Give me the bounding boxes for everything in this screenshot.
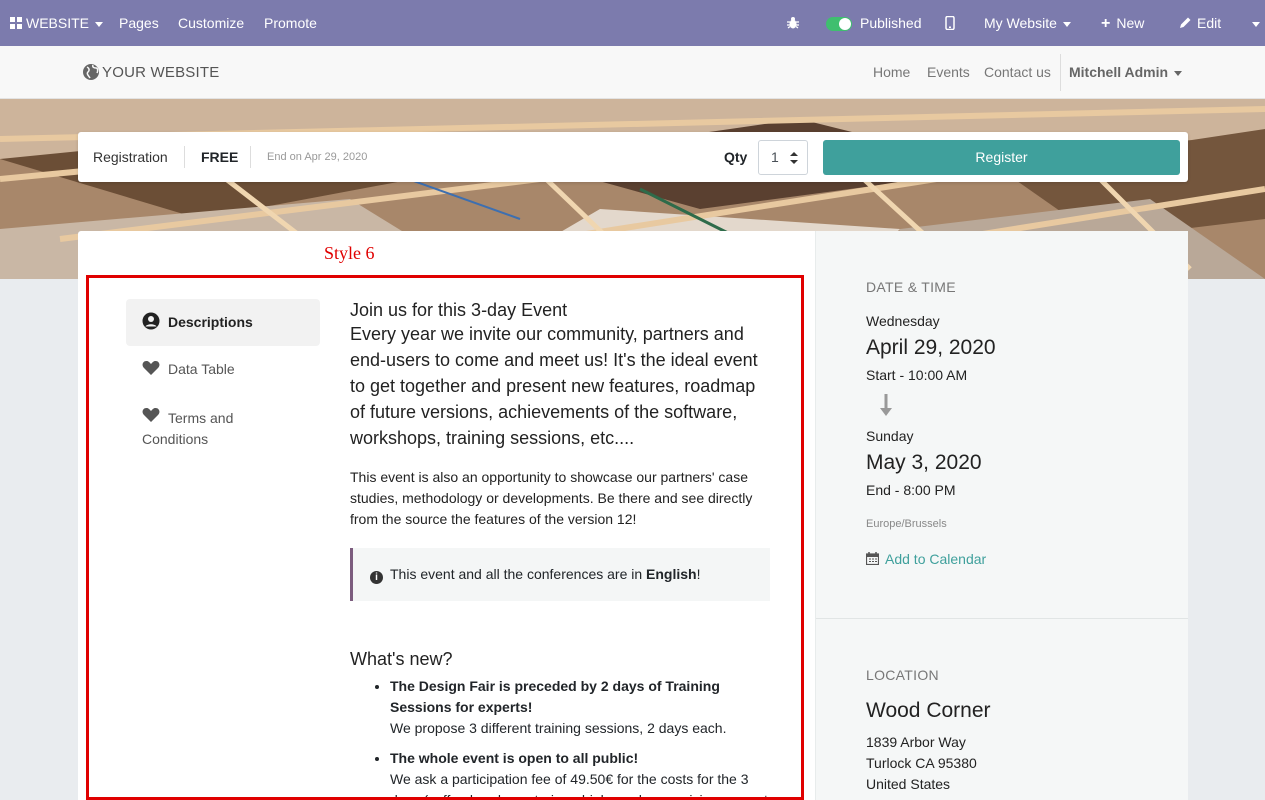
- nav-events[interactable]: Events: [927, 46, 970, 99]
- pencil-icon: [1180, 17, 1191, 28]
- end-day: Sunday: [866, 428, 914, 444]
- location-name: Wood Corner: [866, 699, 991, 722]
- sidebar-divider: [816, 618, 1188, 619]
- registration-bar: Registration FREE End on Apr 29, 2020 Qt…: [78, 132, 1188, 182]
- plus-icon: +: [1101, 15, 1111, 32]
- address-line-2: Turlock CA 95380: [866, 755, 977, 771]
- site-logo[interactable]: YOUR WEBSITE: [82, 63, 219, 81]
- end-time: End - 8:00 PM: [866, 482, 956, 498]
- logo-text: YOUR WEBSITE: [102, 64, 220, 81]
- annotation-highlight-box: [86, 275, 804, 800]
- my-website-label: My Website: [984, 15, 1057, 31]
- published-label: Published: [860, 15, 922, 31]
- add-to-calendar-link[interactable]: Add to Calendar: [865, 551, 987, 567]
- timezone: Europe/Brussels: [866, 518, 947, 530]
- chevron-down-icon: [1062, 21, 1071, 27]
- registration-end-date: End on Apr 29, 2020: [267, 151, 368, 163]
- admin-topbar: WEBSITE Pages Customize Promote Publishe…: [0, 0, 1265, 46]
- date-time-heading: DATE & TIME: [866, 279, 956, 295]
- divider: [250, 146, 251, 168]
- nav-divider: [1060, 54, 1061, 91]
- globe-icon: [83, 64, 99, 80]
- promote-menu[interactable]: Promote: [264, 0, 317, 46]
- customize-menu[interactable]: Customize: [178, 0, 244, 46]
- mobile-icon: [945, 15, 955, 31]
- divider: [184, 146, 185, 168]
- start-day: Wednesday: [866, 313, 940, 329]
- arrow-down-icon: [880, 394, 892, 416]
- register-button[interactable]: Register: [823, 140, 1180, 175]
- website-menu-label: WEBSITE: [26, 15, 90, 31]
- site-header: YOUR WEBSITE Home Events Contact us Mitc…: [0, 46, 1265, 99]
- pages-menu[interactable]: Pages: [119, 0, 159, 46]
- published-toggle[interactable]: Published: [826, 0, 922, 46]
- qty-value: 1: [771, 149, 779, 165]
- edit-label: Edit: [1197, 15, 1222, 31]
- nav-home[interactable]: Home: [873, 46, 910, 99]
- edit-button[interactable]: Edit: [1179, 0, 1221, 46]
- qty-select[interactable]: 1: [758, 140, 808, 175]
- registration-label: Registration: [93, 149, 168, 165]
- debug-bug-icon[interactable]: [786, 0, 800, 46]
- new-button[interactable]: + New: [1101, 0, 1144, 46]
- new-label: New: [1116, 15, 1145, 31]
- annotation-label: Style 6: [324, 243, 375, 263]
- end-date: May 3, 2020: [866, 451, 982, 474]
- chevron-down-icon: [1252, 21, 1260, 27]
- calendar-icon: [865, 552, 880, 566]
- ticket-price: FREE: [201, 149, 239, 165]
- address-line-3: United States: [866, 776, 951, 792]
- toggle-switch-icon: [826, 17, 852, 32]
- nav-contact-us[interactable]: Contact us: [984, 46, 1051, 99]
- my-website-menu[interactable]: My Website: [984, 0, 1071, 46]
- user-name: Mitchell Admin: [1069, 64, 1169, 80]
- add-to-calendar-label: Add to Calendar: [885, 551, 987, 567]
- user-menu[interactable]: Mitchell Admin: [1069, 46, 1183, 99]
- edit-dropdown-toggle[interactable]: [1246, 0, 1260, 46]
- chevron-down-icon: [95, 21, 104, 27]
- apps-grid-icon: [10, 17, 22, 29]
- address-line-1: 1839 Arbor Way: [866, 734, 966, 750]
- qty-label: Qty: [724, 149, 748, 165]
- select-arrows-icon: [790, 152, 798, 164]
- start-date: April 29, 2020: [866, 336, 996, 359]
- mobile-preview-button[interactable]: [945, 0, 955, 46]
- start-time: Start - 10:00 AM: [866, 367, 968, 383]
- location-heading: LOCATION: [866, 667, 939, 683]
- chevron-down-icon: [1174, 70, 1183, 76]
- website-menu[interactable]: WEBSITE: [10, 0, 104, 46]
